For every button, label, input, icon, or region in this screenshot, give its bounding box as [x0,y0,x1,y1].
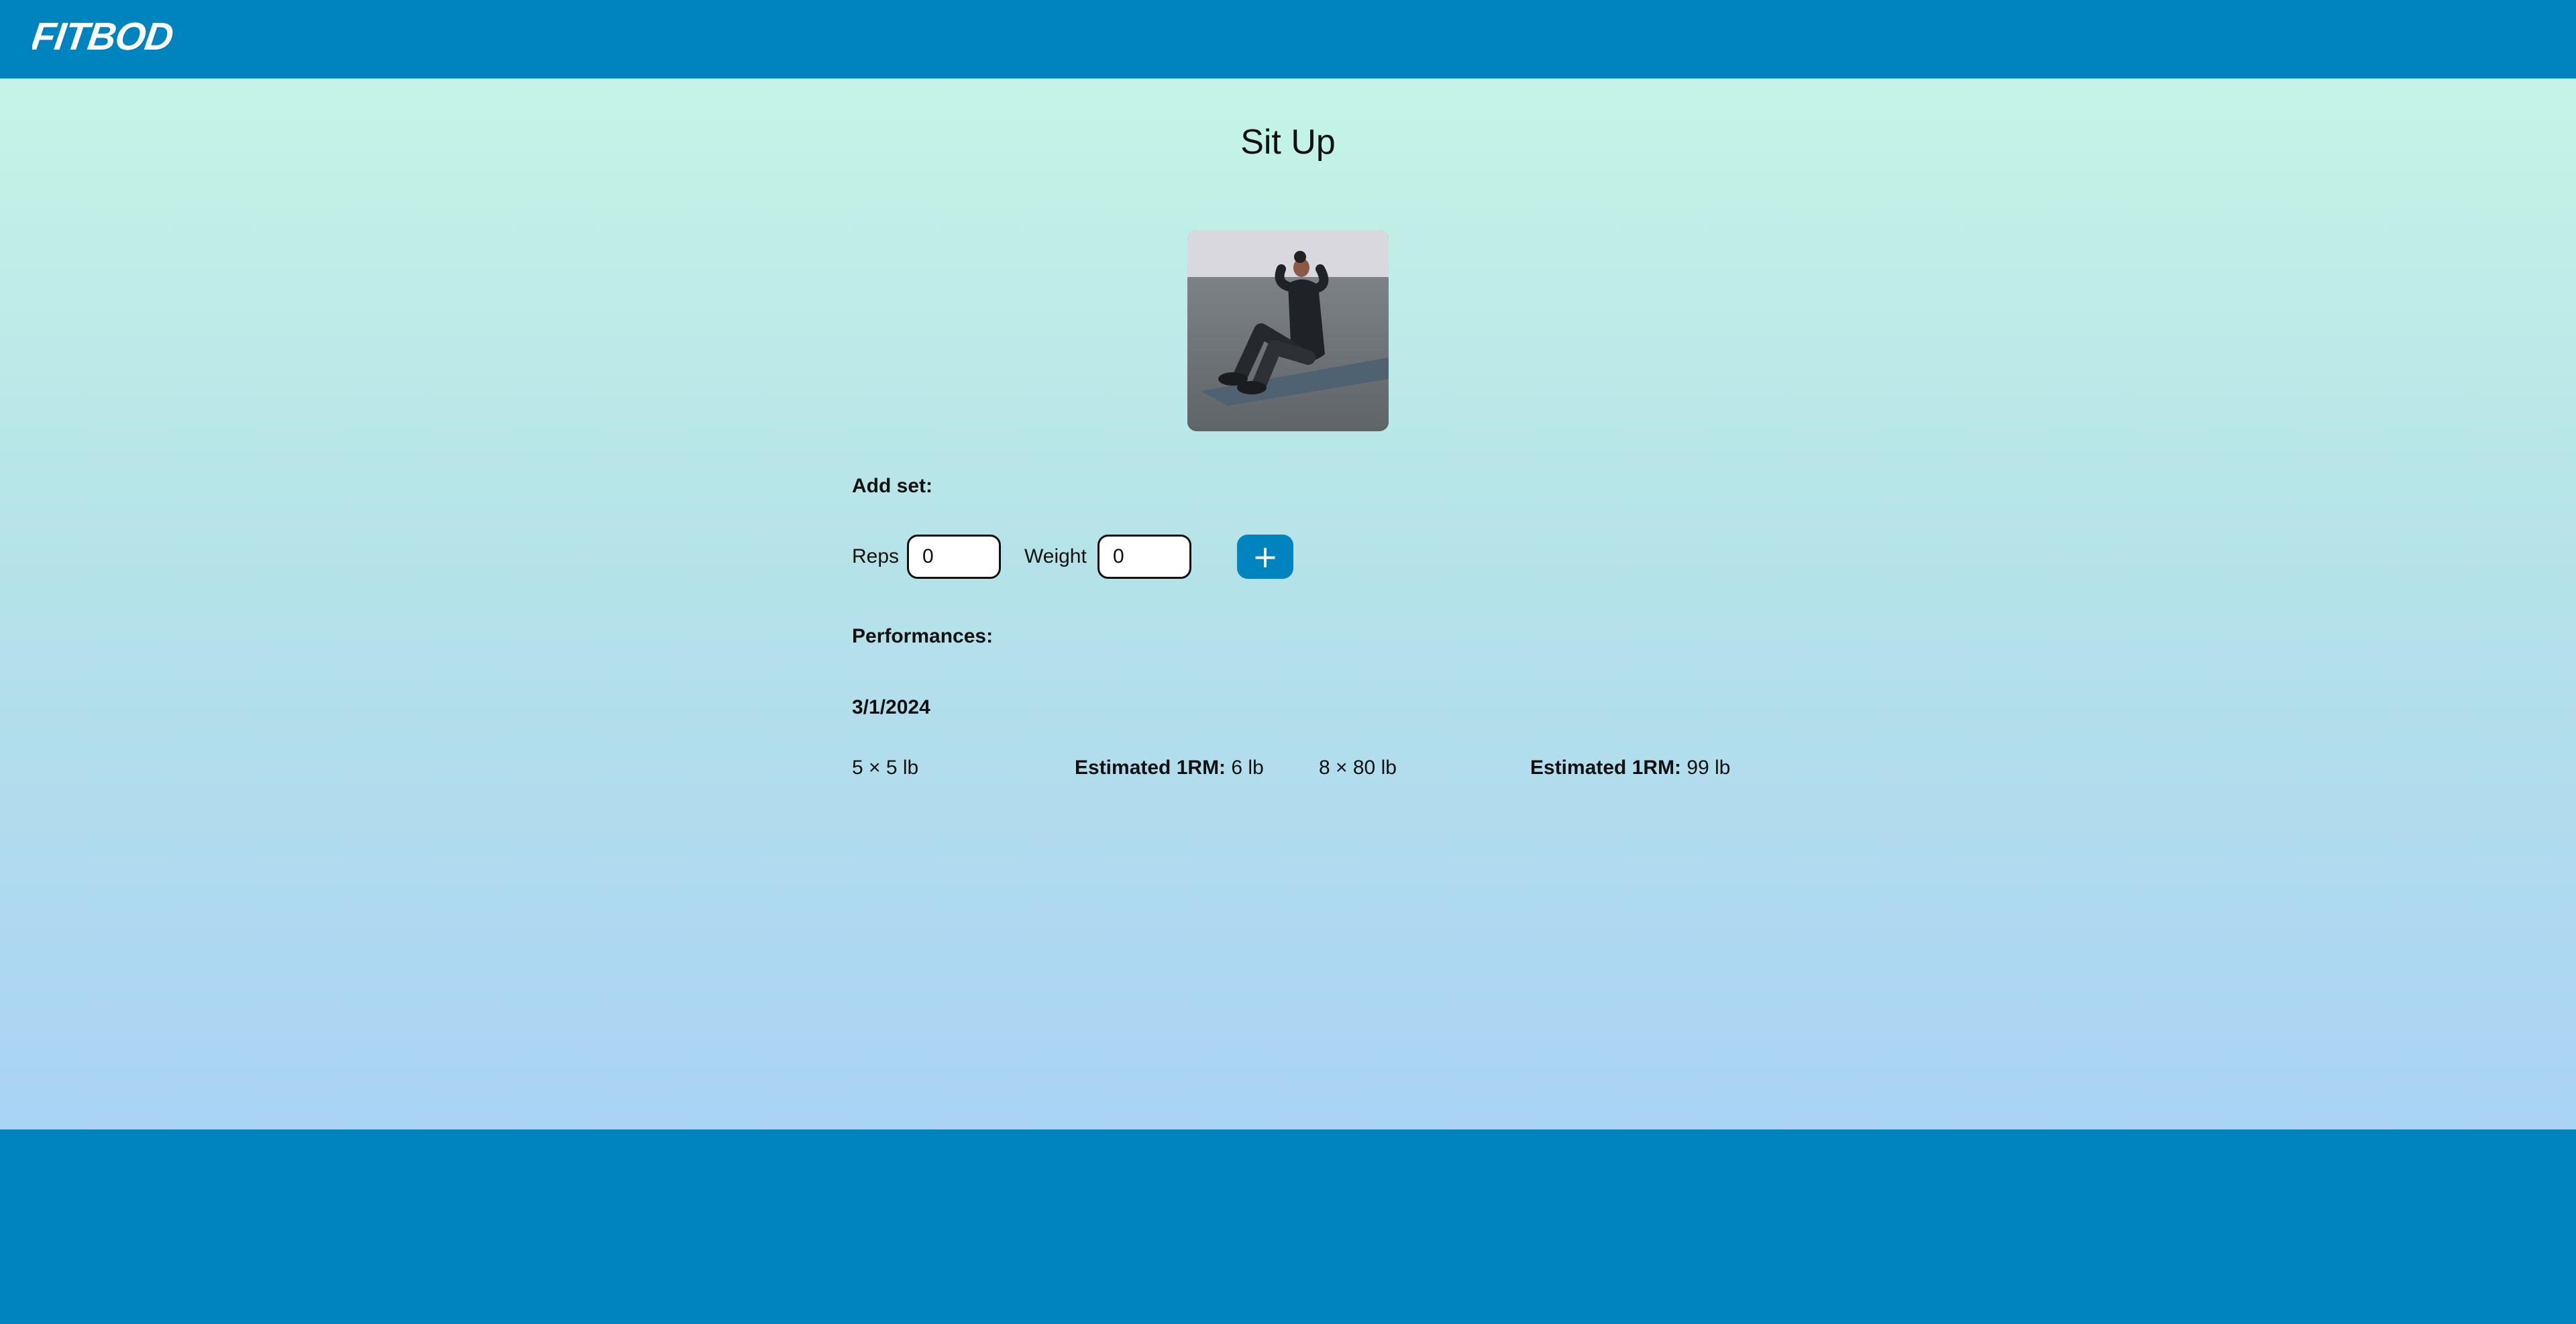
add-set-button[interactable]: + [1237,535,1293,579]
estimated-1rm: Estimated 1RM: 6 lb [1075,757,1264,779]
svg-text:FITBOD: FITBOD [32,15,176,55]
footer [0,1129,2576,1324]
exercise-title: Sit Up [1240,123,1336,162]
estimated-1rm-value: 6 lb [1231,757,1264,779]
set-entry: 8 × 80 lb [1319,757,1397,779]
plus-icon: + [1252,539,1279,575]
reps-label: Reps [852,545,900,567]
fitbod-logo[interactable]: FITBOD [32,15,254,55]
exercise-page: Sit Up Add set: Reps 0 Weight 0 + Perfor… [0,78,2576,1129]
reps-input[interactable] [907,535,1001,579]
top-header: FITBOD [0,0,2576,78]
exercise-image [1187,230,1389,431]
set-entry: 5 × 5 lb [852,757,919,779]
estimated-1rm: Estimated 1RM: 99 lb [1530,757,1730,779]
add-set-heading: Add set: [852,475,932,497]
weight-input[interactable] [1097,535,1191,579]
estimated-1rm-label: Estimated 1RM: [1075,757,1226,779]
estimated-1rm-label: Estimated 1RM: [1530,757,1682,779]
weight-label: Weight [1024,545,1087,567]
performance-date: 3/1/2024 [852,696,930,718]
estimated-1rm-value: 99 lb [1686,757,1731,779]
performances-heading: Performances: [852,625,994,647]
